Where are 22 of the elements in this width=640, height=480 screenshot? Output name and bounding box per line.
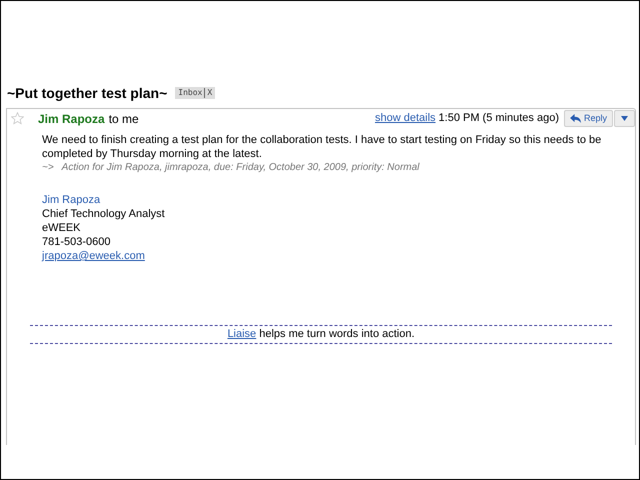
remove-label-button[interactable]: X bbox=[207, 87, 212, 99]
message-body: We need to finish creating a test plan for the collaboration tests. I have to start testing on Friday so this needs to be completed by Thursday morning at the latest. bbox=[42, 133, 602, 161]
label-text[interactable]: Inbox bbox=[178, 87, 202, 99]
liaise-link[interactable]: Liaise bbox=[227, 328, 256, 340]
caret-icon bbox=[621, 116, 628, 121]
signature-line: eWEEK bbox=[42, 221, 81, 235]
email-subject: ~Put together test plan~ bbox=[7, 84, 168, 103]
reply-arrow-icon bbox=[570, 114, 581, 123]
sender-name: Jim Rapoza bbox=[38, 110, 105, 128]
message-time: 1:50 PM (5 minutes ago) bbox=[438, 111, 559, 126]
more-options-button[interactable] bbox=[614, 110, 635, 127]
star-icon[interactable] bbox=[11, 112, 24, 125]
signature-name: Jim Rapoza bbox=[42, 193, 100, 207]
recipient-text: to me bbox=[108, 110, 139, 128]
footer-text: Liaise helps me turn words into action. bbox=[227, 327, 415, 342]
show-details-link[interactable]: show details bbox=[374, 110, 436, 127]
label-chip[interactable]: Inbox X bbox=[175, 87, 216, 99]
reply-button[interactable]: Reply bbox=[564, 110, 613, 127]
action-note: ~> Action for Jim Rapoza, jimrapoza, due: Friday, October 30, 2009, priority: Normal bbox=[42, 161, 420, 175]
email-link[interactable]: jrapoza@eweek.com bbox=[42, 249, 145, 263]
signature-line: 781-503-0600 bbox=[42, 235, 111, 249]
signature-line: Chief Technology Analyst bbox=[42, 207, 165, 221]
